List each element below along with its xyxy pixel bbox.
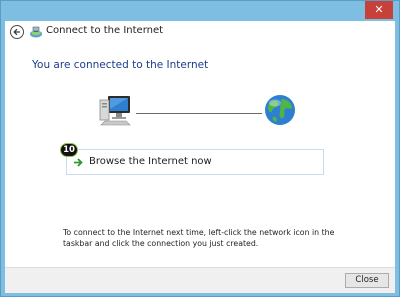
back-button[interactable] [10, 25, 24, 39]
computer-icon [99, 96, 131, 126]
title-bar: ✕ [1, 1, 399, 21]
page-heading: You are connected to the Internet [32, 59, 209, 71]
wizard-content: Connect to the Internet You are connecte… [5, 21, 395, 271]
browse-link-label: Browse the Internet now [89, 156, 212, 167]
wizard-window: ✕ Connect to the Internet You are connec… [0, 0, 400, 297]
info-text: To connect to the Internet next time, le… [63, 228, 335, 248]
wizard-footer: Close [5, 267, 395, 293]
back-arrow-icon [13, 28, 20, 36]
green-arrow-icon [74, 158, 83, 167]
step-number-badge: 10 [60, 143, 78, 157]
window-close-button[interactable]: ✕ [365, 1, 393, 19]
close-button[interactable]: Close [345, 273, 389, 288]
browse-internet-link[interactable]: Browse the Internet now [66, 149, 324, 175]
globe-icon [265, 95, 295, 125]
wizard-title: Connect to the Internet [46, 25, 164, 36]
connection-line [136, 113, 262, 114]
wizard-header: Connect to the Internet [5, 21, 395, 43]
network-wizard-icon [30, 26, 42, 38]
